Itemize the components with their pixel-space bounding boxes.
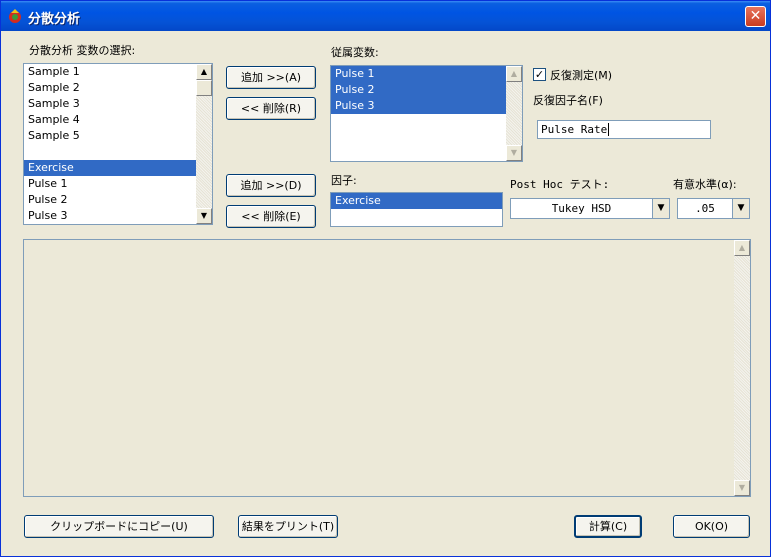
list-item[interactable]: Pulse 2	[24, 192, 212, 208]
list-item[interactable]	[24, 144, 212, 160]
dependent-label: 従属変数:	[331, 46, 379, 59]
copy-clipboard-button[interactable]: クリップボードにコピー(U)	[24, 515, 214, 538]
add-factor-button[interactable]: 追加 >>(D)	[226, 174, 316, 197]
variables-items: Sample 1 Sample 2 Sample 3 Sample 4 Sample 5…	[24, 64, 212, 224]
list-item[interactable]: Pulse 1	[24, 176, 212, 192]
posthoc-label: Post Hoc テスト:	[510, 178, 610, 191]
repeated-factor-value: Pulse Rate	[541, 123, 608, 136]
check-icon: ✓	[534, 68, 545, 81]
alpha-value: .05	[695, 202, 715, 215]
add-dependent-button[interactable]: 追加 >>(A)	[226, 66, 316, 89]
scroll-down-icon[interactable]: ▼	[734, 480, 750, 496]
list-item[interactable]: Sample 2	[24, 80, 212, 96]
repeated-factor-label: 反復因子名(F)	[533, 94, 603, 107]
dependent-scrollbar[interactable]: ▲ ▼	[506, 66, 522, 161]
list-item[interactable]: Pulse 1	[331, 66, 506, 82]
factor-listbox[interactable]: Exercise	[330, 192, 503, 227]
remove-dependent-button[interactable]: << 削除(R)	[226, 97, 316, 120]
list-item[interactable]: Pulse 3	[24, 208, 212, 224]
variables-label: 分散分析 変数の選択:	[29, 44, 136, 57]
list-item[interactable]: Pulse 2	[331, 82, 506, 98]
list-item[interactable]: Exercise	[331, 193, 502, 209]
list-item[interactable]: Sample 1	[24, 64, 212, 80]
results-output-area[interactable]: ▲ ▼	[23, 239, 751, 497]
scroll-up-icon[interactable]: ▲	[734, 240, 750, 256]
alpha-label: 有意水準(α):	[673, 178, 737, 191]
chevron-down-icon[interactable]: ▼	[732, 199, 749, 218]
variables-scrollbar[interactable]: ▲ ▼	[196, 64, 212, 224]
calculate-button[interactable]: 計算(C)	[574, 515, 642, 538]
dependent-items: Pulse 1 Pulse 2 Pulse 3	[331, 66, 506, 114]
scroll-down-icon[interactable]: ▼	[196, 208, 212, 224]
close-icon: ✕	[749, 8, 762, 24]
factor-label: 因子:	[331, 174, 357, 187]
alpha-select[interactable]: .05 ▼	[677, 198, 750, 219]
scroll-up-icon[interactable]: ▲	[196, 64, 212, 80]
remove-factor-button[interactable]: << 削除(E)	[226, 205, 316, 228]
dependent-listbox[interactable]: Pulse 1 Pulse 2 Pulse 3 ▲ ▼	[330, 65, 523, 162]
variables-listbox[interactable]: Sample 1 Sample 2 Sample 3 Sample 4 Sample 5…	[23, 63, 213, 225]
scroll-thumb[interactable]	[196, 80, 212, 96]
repeated-measures-checkbox[interactable]: ✓	[533, 68, 546, 81]
list-item[interactable]: Sample 5	[24, 128, 212, 144]
posthoc-select[interactable]: Tukey HSD ▼	[510, 198, 670, 219]
posthoc-value: Tukey HSD	[551, 202, 612, 215]
anova-dialog: 分散分析 ✕ 分散分析 変数の選択: Sample 1 Sample 2 Sampl…	[0, 0, 771, 557]
scroll-up-icon[interactable]: ▲	[506, 66, 522, 82]
output-scrollbar[interactable]: ▲ ▼	[734, 240, 750, 496]
list-item[interactable]: Pulse 3	[331, 98, 506, 114]
factor-items: Exercise	[331, 193, 502, 209]
repeated-measures-label[interactable]: 反復測定(M)	[550, 67, 612, 83]
ok-button[interactable]: OK(O)	[673, 515, 750, 538]
list-item[interactable]: Exercise	[24, 160, 212, 176]
close-button[interactable]: ✕	[745, 6, 766, 27]
list-item[interactable]: Sample 3	[24, 96, 212, 112]
window-title: 分散分析	[28, 12, 81, 27]
repeated-factor-input[interactable]: Pulse Rate	[537, 120, 711, 139]
print-results-button[interactable]: 結果をプリント(T)	[238, 515, 338, 538]
app-icon	[9, 9, 21, 23]
scroll-down-icon[interactable]: ▼	[506, 145, 522, 161]
chevron-down-icon[interactable]: ▼	[652, 199, 669, 218]
title-bar[interactable]: 分散分析 ✕	[1, 1, 770, 31]
list-item[interactable]: Sample 4	[24, 112, 212, 128]
